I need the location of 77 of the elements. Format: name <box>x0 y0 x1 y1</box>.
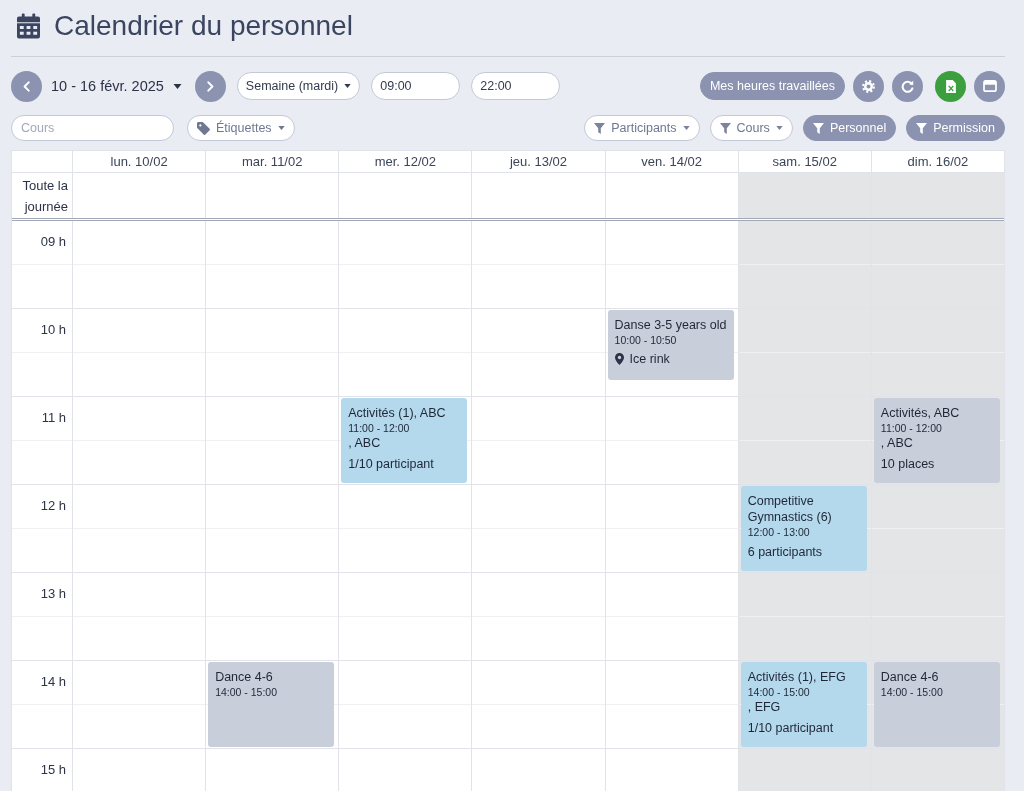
time-label: 14 h <box>40 674 66 689</box>
window-button[interactable] <box>974 70 1005 102</box>
event-subtitle: , EFG <box>747 699 782 715</box>
time-label: 12 h <box>40 498 66 513</box>
day-header: dim. 16/02 <box>907 154 969 169</box>
calendar-icon <box>17 13 40 39</box>
calendar-event[interactable]: Activités (1), ABC 11:00 - 12:00 , ABC 1/10 participant <box>341 398 468 483</box>
window-icon <box>982 80 997 92</box>
event-subtitle: , ABC <box>880 435 914 451</box>
filter-button[interactable]: Cours <box>709 115 793 141</box>
day-header: lun. 10/02 <box>110 154 168 169</box>
event-time: 14:00 - 15:00 <box>215 685 279 699</box>
time-label: 09 h <box>40 234 66 249</box>
refresh-button[interactable] <box>892 70 923 102</box>
page-title: Calendrier du personnel <box>54 10 353 42</box>
view-dropdown[interactable]: Semaine (mardi) <box>236 72 361 100</box>
time-label: 11 h <box>41 410 66 425</box>
tag-icon <box>197 121 210 135</box>
event-subtitle: , ABC <box>348 435 382 451</box>
settings-button[interactable] <box>853 70 884 102</box>
export-spreadsheet-button[interactable] <box>935 70 966 102</box>
day-header: ven. 14/02 <box>641 154 702 169</box>
event-time: 10:00 - 10:50 <box>614 333 678 347</box>
caret-down-icon <box>277 126 285 130</box>
day-header: mer. 12/02 <box>374 154 437 169</box>
filter-icon <box>594 122 606 134</box>
caret-down-icon <box>172 83 182 89</box>
refresh-icon <box>901 79 914 93</box>
event-participants: 1/10 participant <box>348 456 435 472</box>
tags-dropdown[interactable]: Étiquettes <box>187 115 295 141</box>
map-pin-icon <box>614 353 624 365</box>
event-participants: 6 participants <box>747 544 824 560</box>
caret-down-icon <box>775 126 783 130</box>
calendar-event[interactable]: Activités, ABC 11:00 - 12:00 , ABC 10 places <box>873 398 1000 483</box>
event-title: Activités, ABC <box>880 405 961 421</box>
caret-down-icon <box>344 84 352 88</box>
time-label: 15 h <box>40 762 66 777</box>
event-time: 14:00 - 15:00 <box>880 685 944 699</box>
event-title: Danse 3-5 years old <box>614 317 727 333</box>
next-week-button[interactable] <box>194 70 226 102</box>
calendar-event[interactable]: Dance 4-6 14:00 - 15:00 <box>208 662 335 747</box>
event-participants: 1/10 participant <box>747 720 835 736</box>
calendar-event[interactable]: Activités (1), EFG 14:00 - 15:00 , EFG 1/10 participant <box>740 662 867 747</box>
event-participants: 10 places <box>880 456 936 472</box>
chevron-right-icon <box>206 80 214 92</box>
start-time-field[interactable]: 09:00 <box>371 72 461 100</box>
course-search-field[interactable]: Cours <box>11 115 174 141</box>
day-header: mar. 11/02 <box>241 154 303 169</box>
calendar-event[interactable]: Dance 4-6 14:00 - 15:00 <box>873 662 1000 747</box>
end-time-field[interactable]: 22:00 <box>471 72 561 100</box>
calendar-event[interactable]: Competitive Gymnastics (6) 12:00 - 13:00 6 participants <box>740 486 867 571</box>
event-title: Dance 4-6 <box>215 669 274 685</box>
caret-down-icon <box>682 126 690 130</box>
all-day-label: Toute la journée <box>21 176 68 216</box>
chevron-left-icon <box>23 80 30 92</box>
previous-week-button[interactable] <box>11 70 42 102</box>
spreadsheet-file-icon <box>945 79 956 93</box>
event-title: Activités (1), ABC <box>348 405 447 421</box>
filter-icon <box>916 122 928 134</box>
event-time: 11:00 - 12:00 <box>880 421 943 435</box>
date-range-button[interactable]: 10 - 16 févr. 2025 <box>49 71 184 101</box>
event-time: 12:00 - 13:00 <box>747 525 811 539</box>
day-header: jeu. 13/02 <box>509 154 568 169</box>
day-header: sam. 15/02 <box>772 154 837 169</box>
filter-icon <box>812 122 824 134</box>
event-location: Ice rink <box>629 351 670 367</box>
event-title: Dance 4-6 <box>880 669 940 685</box>
event-time: 14:00 - 15:00 <box>747 685 811 699</box>
time-label: 13 h <box>40 586 66 601</box>
settings-icon <box>862 79 875 93</box>
event-title: Activités (1), EFG <box>747 669 847 685</box>
filter-icon <box>719 122 731 134</box>
calendar-event[interactable]: Danse 3-5 years old 10:00 - 10:50 Ice rink <box>607 310 734 381</box>
event-title: Competitive Gymnastics (6) <box>747 493 833 525</box>
event-time: 11:00 - 12:00 <box>348 421 411 435</box>
time-label: 10 h <box>40 322 66 337</box>
filter-button[interactable]: Participants <box>584 115 700 141</box>
